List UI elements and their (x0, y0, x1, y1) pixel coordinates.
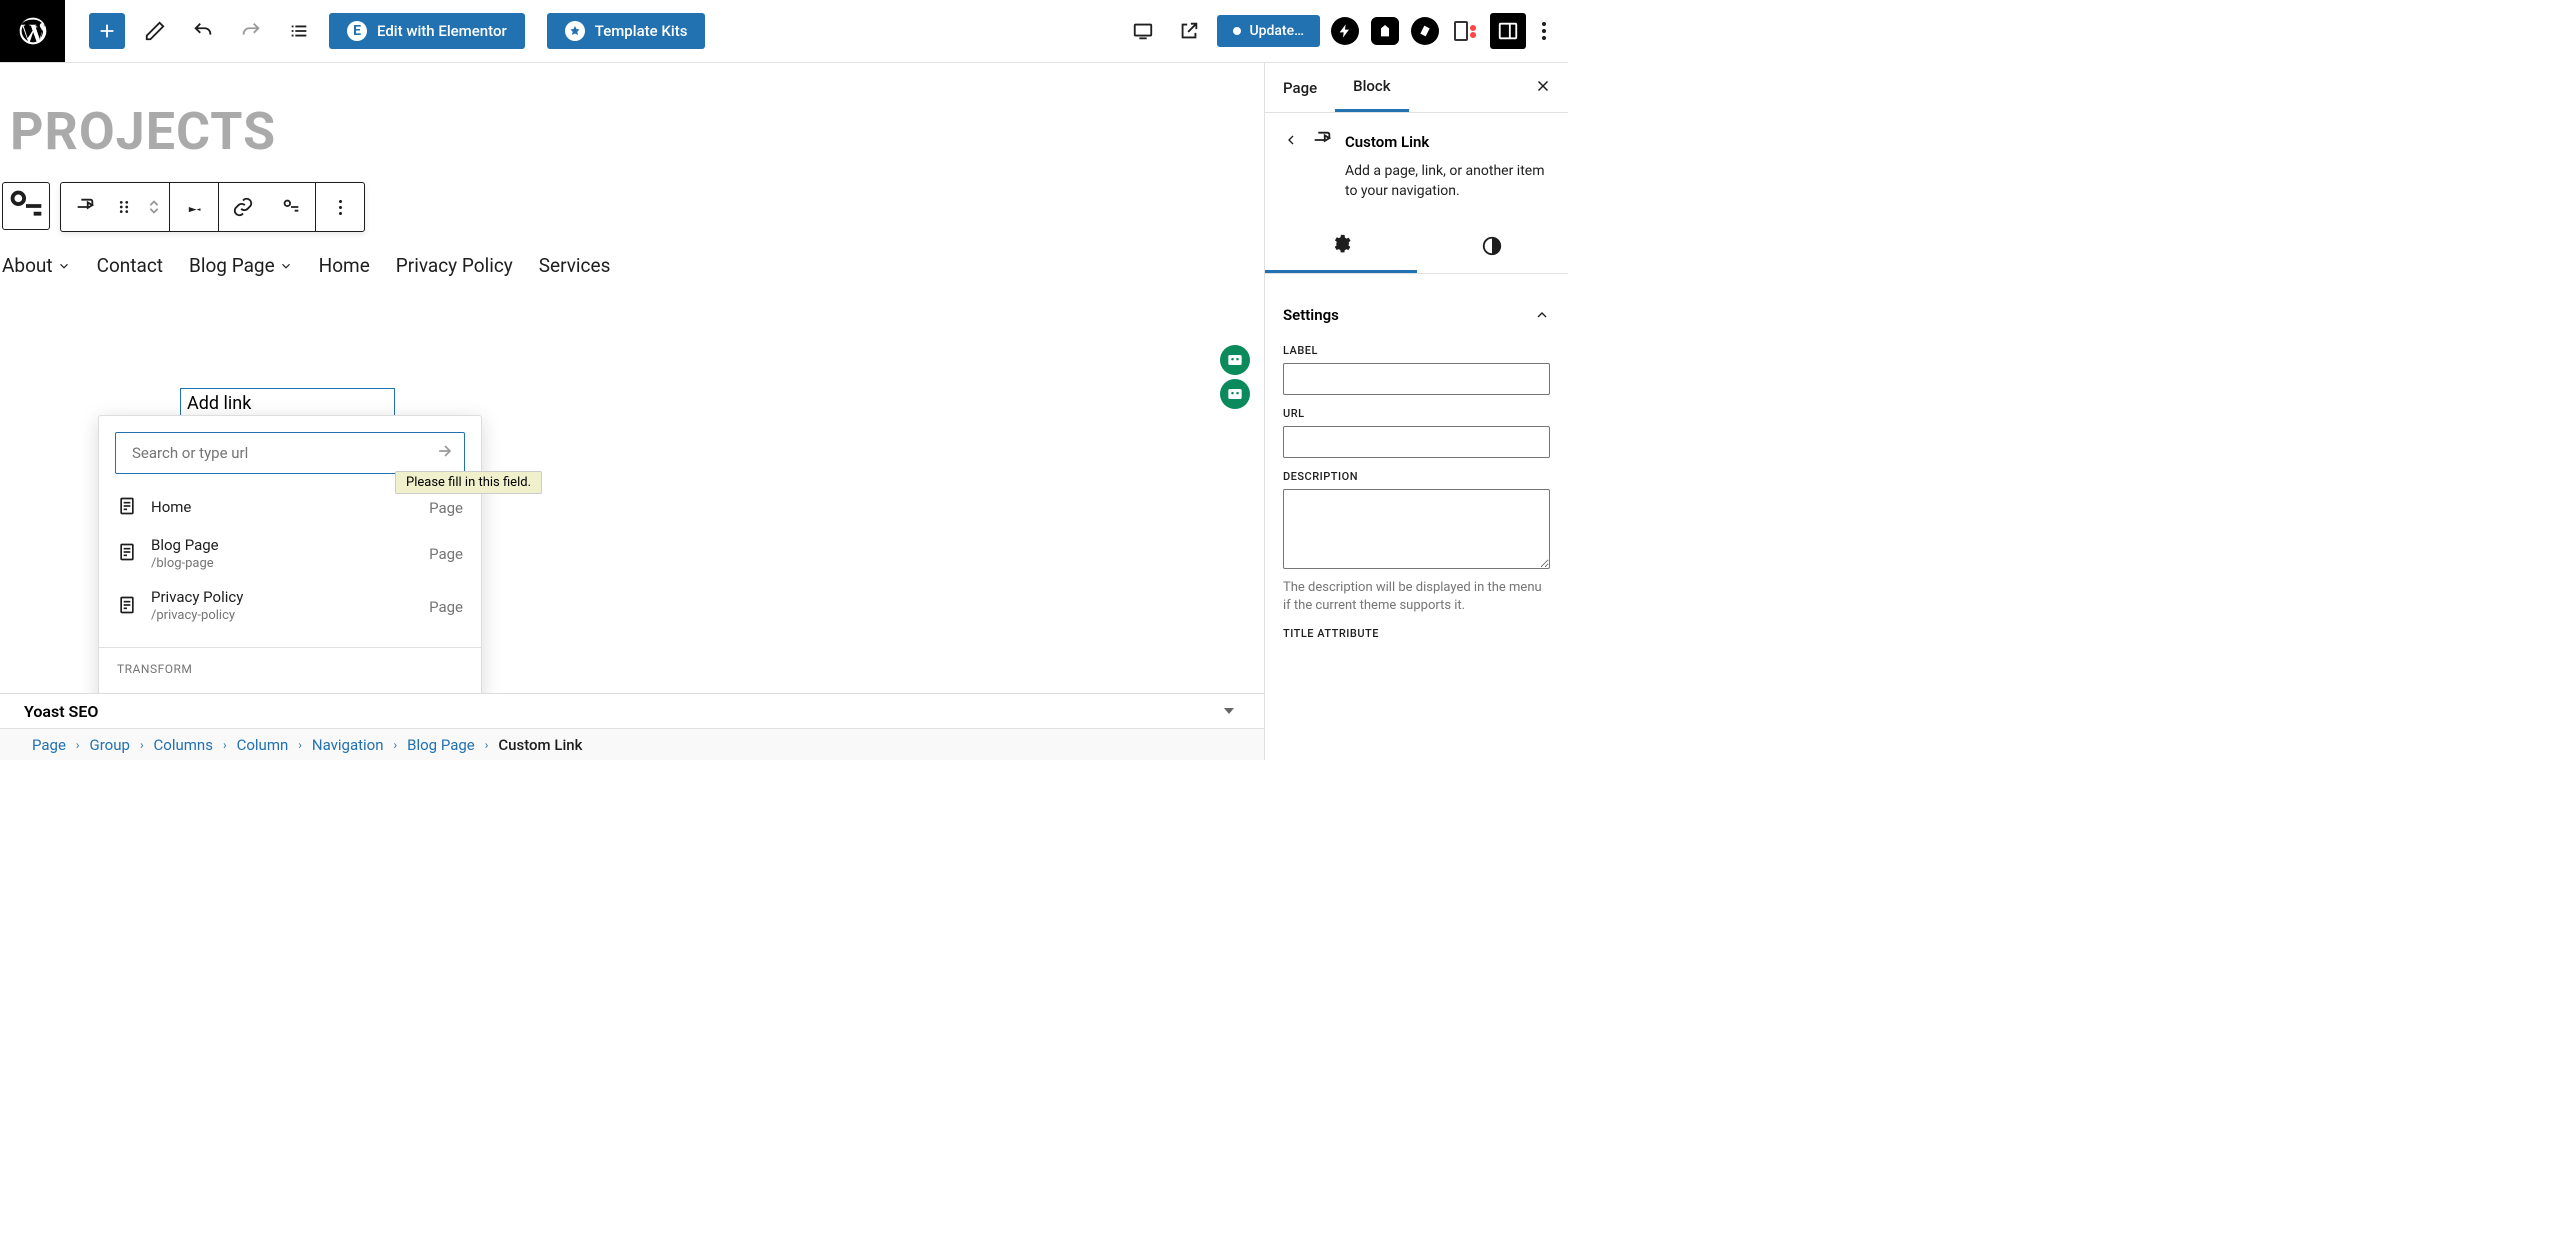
block-header: Custom Link (1283, 129, 1550, 155)
toolbar-left: E Edit with Elementor Template Kits (65, 13, 705, 49)
yoast-icon[interactable] (1450, 16, 1480, 46)
edit-with-elementor-button[interactable]: E Edit with Elementor (329, 13, 525, 49)
label-field-input[interactable] (1283, 363, 1550, 395)
edit-tool-button[interactable] (137, 13, 173, 49)
avatar[interactable] (1220, 379, 1250, 409)
view-desktop-button[interactable] (1125, 13, 1161, 49)
move-updown-button[interactable] (139, 183, 169, 231)
validation-tooltip: Please fill in this field. (395, 471, 542, 494)
breadcrumb-link[interactable]: Navigation (312, 736, 384, 754)
update-btn-label: Update… (1249, 23, 1304, 39)
block-toolbar (60, 182, 365, 232)
block-title: Custom Link (1345, 133, 1429, 151)
block-more-button[interactable] (316, 183, 364, 231)
nav-item-home[interactable]: Home (319, 254, 370, 277)
pin-button[interactable] (170, 183, 218, 231)
breadcrumb-current: Custom Link (498, 736, 582, 754)
editor-canvas: PROJECTS (0, 63, 1264, 760)
caret-down-icon (1224, 708, 1234, 714)
subtab-settings[interactable] (1265, 220, 1417, 273)
settings-accordion-header[interactable]: Settings (1283, 290, 1550, 332)
link-item[interactable]: Blog Page /blog-page Page (99, 528, 481, 580)
toolbar-right: Update… (1125, 13, 1568, 49)
template-kits-button[interactable]: Template Kits (547, 13, 706, 49)
drag-handle-button[interactable] (109, 183, 139, 231)
plugin-icon-1[interactable] (1330, 16, 1360, 46)
transform-heading: TRANSFORM (99, 662, 481, 688)
nav-item-privacy[interactable]: Privacy Policy (396, 254, 513, 277)
title-attr-field-label: TITLE ATTRIBUTE (1283, 627, 1550, 640)
page-icon (117, 542, 137, 566)
page-title: PROJECTS (0, 63, 1264, 182)
plugin-icon-2[interactable] (1370, 16, 1400, 46)
preview-button[interactable] (1171, 13, 1207, 49)
close-sidebar-button[interactable] (1518, 77, 1568, 99)
elementor-btn-label: Edit with Elementor (377, 22, 507, 40)
navigation-menu: About Contact Blog Page Home Privacy Pol… (0, 232, 1264, 277)
block-type-button[interactable] (61, 183, 109, 231)
template-kits-icon (565, 21, 585, 41)
submit-url-icon[interactable] (435, 441, 455, 465)
breadcrumb-link[interactable]: Group (90, 736, 130, 754)
link-suggestions-list: Home Page Blog Page /blog-page Page Priv… (99, 488, 481, 633)
select-parent-button[interactable] (2, 182, 50, 230)
block-description: Add a page, link, or another item to you… (1345, 161, 1550, 202)
url-field-input[interactable] (1283, 426, 1550, 458)
avatar[interactable] (1220, 345, 1250, 375)
tab-page[interactable]: Page (1265, 65, 1335, 111)
label-field-label: LABEL (1283, 344, 1550, 357)
add-block-button[interactable] (89, 13, 125, 49)
yoast-label: Yoast SEO (24, 702, 98, 721)
undo-button[interactable] (185, 13, 221, 49)
page-icon (117, 496, 137, 520)
custom-link-icon (1311, 129, 1333, 155)
settings-sidebar: Page Block Custom Link Add a page, link,… (1264, 63, 1568, 760)
yoast-seo-panel[interactable]: Yoast SEO (0, 693, 1264, 728)
elementor-icon: E (347, 21, 367, 41)
submenu-button[interactable] (267, 183, 315, 231)
list-view-button[interactable] (281, 13, 317, 49)
search-url-input[interactable] (115, 432, 465, 474)
block-breadcrumb: Page› Group› Columns› Column› Navigation… (0, 728, 1264, 760)
redo-button[interactable] (233, 13, 269, 49)
top-toolbar: E Edit with Elementor Template Kits Upda… (0, 0, 1568, 63)
presence-avatars (1220, 345, 1250, 409)
nav-item-contact[interactable]: Contact (97, 254, 163, 277)
link-item[interactable]: Privacy Policy /privacy-policy Page (99, 580, 481, 632)
main-area: PROJECTS (0, 63, 1568, 760)
template-btn-label: Template Kits (595, 22, 688, 40)
link-button[interactable] (219, 183, 267, 231)
update-button[interactable]: Update… (1217, 15, 1320, 47)
nav-item-services[interactable]: Services (539, 254, 611, 277)
breadcrumb-link[interactable]: Blog Page (407, 736, 475, 754)
link-item[interactable]: Home Page (99, 488, 481, 528)
wordpress-logo[interactable] (0, 0, 65, 62)
block-toolbar-row (2, 182, 1264, 232)
breadcrumb-link[interactable]: Columns (154, 736, 213, 754)
plugin-icon-3[interactable] (1410, 16, 1440, 46)
description-field-label: DESCRIPTION (1283, 470, 1550, 483)
breadcrumb-link[interactable]: Page (32, 736, 66, 754)
sidebar-toggle-button[interactable] (1490, 13, 1526, 49)
description-help-text: The description will be displayed in the… (1283, 579, 1550, 615)
page-icon (117, 595, 137, 619)
breadcrumb-link[interactable]: Column (237, 736, 289, 754)
description-field-input[interactable] (1283, 489, 1550, 569)
url-field-label: URL (1283, 407, 1550, 420)
more-options-button[interactable] (1536, 14, 1552, 48)
unsaved-dot-icon (1233, 27, 1241, 35)
nav-item-about[interactable]: About (2, 254, 71, 277)
back-button[interactable] (1283, 132, 1299, 152)
tab-block[interactable]: Block (1335, 63, 1408, 112)
nav-item-blog-page[interactable]: Blog Page (189, 254, 293, 277)
subtab-styles[interactable] (1417, 220, 1569, 273)
